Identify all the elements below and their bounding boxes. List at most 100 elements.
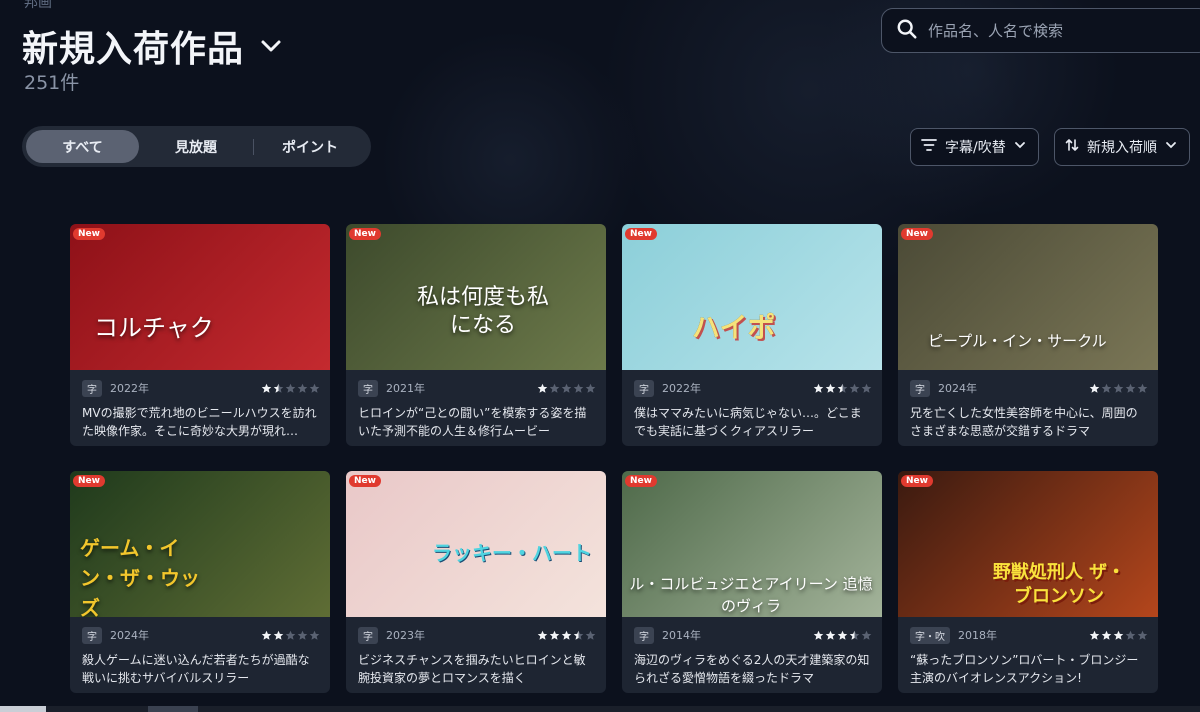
release-year: 2021年 xyxy=(386,382,425,395)
title-thumbnail[interactable]: ハイポ New xyxy=(622,224,882,370)
release-year: 2022年 xyxy=(110,382,149,395)
chevron-down-icon[interactable] xyxy=(258,33,284,59)
star-icon xyxy=(813,379,824,398)
title-card[interactable]: 私は何度も私になる New 字 2021年 ヒロインが“己との闘い”を模索する姿を描いた… xyxy=(346,224,606,446)
card-meta: 字 2024年 xyxy=(82,626,320,644)
title-thumbnail[interactable]: ル・コルビュジエとアイリーン 追憶のヴィラ New xyxy=(622,471,882,617)
search-icon xyxy=(896,18,918,44)
title-card[interactable]: ラッキー・ハート New 字 2023年 ビジネスチャンスを掴みたいヒロインと敏腕投資家… xyxy=(346,471,606,693)
card-description: 僕はママみたいに病気じゃない…。どこまでも実話に基づくクィアスリラー xyxy=(634,406,862,438)
card-meta: 字 2021年 xyxy=(358,379,596,397)
title-card[interactable]: 野獣処刑人 ザ・ブロンソン New 字・吹 2018年 “蘇ったブロンソン”ロバート・ブ… xyxy=(898,471,1158,693)
search-box[interactable] xyxy=(881,8,1200,53)
star-icon xyxy=(561,379,572,398)
rating-stars xyxy=(1089,626,1148,645)
star-icon xyxy=(261,379,272,398)
star-icon xyxy=(849,626,860,645)
subtitle-badge: 字 xyxy=(634,379,654,397)
thumbnail-title-text: ゲーム・イン・ザ・ウッズ xyxy=(80,536,200,617)
search-input[interactable] xyxy=(928,21,1178,40)
star-icon xyxy=(849,379,860,398)
new-badge: New xyxy=(625,228,657,240)
star-icon xyxy=(825,626,836,645)
star-icon xyxy=(825,379,836,398)
release-year: 2024年 xyxy=(110,629,149,642)
thumbnail-title-text: ラッキー・ハート xyxy=(432,541,592,565)
star-icon xyxy=(285,626,296,645)
subtitle-badge: 字 xyxy=(634,626,654,644)
release-year: 2022年 xyxy=(662,382,701,395)
star-icon xyxy=(309,626,320,645)
title-thumbnail[interactable]: ピープル・イン・サークル New xyxy=(898,224,1158,370)
title-thumbnail[interactable]: ラッキー・ハート New xyxy=(346,471,606,617)
title-thumbnail[interactable]: 私は何度も私になる New xyxy=(346,224,606,370)
card-meta: 字 2014年 xyxy=(634,626,872,644)
title-thumbnail[interactable]: コルチャク New xyxy=(70,224,330,370)
subtitle-filter-button[interactable]: 字幕/吹替 xyxy=(910,128,1039,166)
subtitle-filter-label: 字幕/吹替 xyxy=(945,140,1006,156)
title-thumbnail[interactable]: ゲーム・イン・ザ・ウッズ New xyxy=(70,471,330,617)
thumbnail-title-text: 野獣処刑人 ザ・ブロンソン xyxy=(992,562,1126,607)
rating-stars xyxy=(813,626,872,645)
title-card[interactable]: コルチャク New 字 2022年 MVの撮影で荒れ地のビニールハウスを訪れた映像作家。… xyxy=(70,224,330,446)
star-icon xyxy=(573,379,584,398)
subtitle-badge: 字 xyxy=(910,379,930,397)
rating-stars xyxy=(1089,379,1148,398)
filter-tabs: すべて 見放題 ポイント xyxy=(22,126,371,167)
card-description: “蘇ったブロンソン”ロバート・ブロンジー主演のバイオレンスアクション! xyxy=(910,653,1139,685)
breadcrumb[interactable]: 邦画 xyxy=(24,0,52,12)
card-meta: 字 2022年 xyxy=(634,379,872,397)
sort-button[interactable]: 新規入荷順 xyxy=(1054,128,1190,166)
star-icon xyxy=(549,379,560,398)
star-icon xyxy=(813,626,824,645)
release-year: 2024年 xyxy=(938,382,977,395)
card-meta: 字・吹 2018年 xyxy=(910,626,1148,644)
filter-icon xyxy=(921,138,937,156)
star-icon xyxy=(1113,626,1124,645)
star-icon xyxy=(297,626,308,645)
tab-all[interactable]: すべて xyxy=(26,130,139,163)
star-icon xyxy=(861,379,872,398)
new-badge: New xyxy=(625,475,657,487)
card-description: 殺人ゲームに迷い込んだ若者たちが過酷な戦いに挑むサバイバルスリラー xyxy=(82,653,310,685)
tab-points[interactable]: ポイント xyxy=(254,130,366,163)
card-description: 海辺のヴィラをめぐる2人の天才建築家の知られざる愛憎物語を綴ったドラマ xyxy=(634,653,870,685)
thumbnail-title-text: ピープル・イン・サークル xyxy=(928,332,1107,350)
star-icon xyxy=(1125,626,1136,645)
title-card[interactable]: ハイポ New 字 2022年僕はママみたいに病気じゃない…。どこまでも実話に基づくク… xyxy=(622,224,882,446)
star-icon xyxy=(273,379,284,398)
subtitle-badge: 字 xyxy=(82,626,102,644)
new-badge: New xyxy=(73,475,105,487)
star-icon xyxy=(273,626,284,645)
release-year: 2023年 xyxy=(386,629,425,642)
scrollbar-thumb[interactable] xyxy=(0,706,46,712)
sort-label: 新規入荷順 xyxy=(1087,140,1157,156)
title-card[interactable]: ル・コルビュジエとアイリーン 追憶のヴィラ New 字 2014年海辺のヴィラをめぐる… xyxy=(622,471,882,693)
card-description: 兄を亡くした女性美容師を中心に、周囲のさまざまな思惑が交錯するドラマ xyxy=(910,406,1138,438)
title-row: 新規入荷作品 xyxy=(22,20,284,72)
tab-unlimited[interactable]: 見放題 xyxy=(139,130,253,163)
rating-stars xyxy=(261,626,320,645)
star-icon xyxy=(1137,379,1148,398)
new-badge: New xyxy=(349,475,381,487)
new-badge: New xyxy=(349,228,381,240)
horizontal-scrollbar[interactable] xyxy=(0,706,1200,712)
card-meta: 字 2024年 xyxy=(910,379,1148,397)
card-meta: 字 2023年 xyxy=(358,626,596,644)
chevron-down-icon xyxy=(1165,139,1177,155)
chevron-down-icon xyxy=(1014,139,1026,155)
card-description: MVの撮影で荒れ地のビニールハウスを訪れた映像作家。そこに奇妙な大男が現れ… xyxy=(82,406,317,438)
thumbnail-title-text: ハイポ xyxy=(692,311,776,344)
star-icon xyxy=(1089,379,1100,398)
star-icon xyxy=(261,626,272,645)
star-icon xyxy=(549,626,560,645)
title-thumbnail[interactable]: 野獣処刑人 ザ・ブロンソン New xyxy=(898,471,1158,617)
title-card[interactable]: ゲーム・イン・ザ・ウッズ New 字 2024年殺人ゲームに迷い込んだ若者たちが過酷な… xyxy=(70,471,330,693)
release-year: 2014年 xyxy=(662,629,701,642)
star-icon xyxy=(1101,626,1112,645)
page-title: 新規入荷作品 xyxy=(22,29,245,70)
subtitle-badge: 字・吹 xyxy=(910,626,950,644)
title-card[interactable]: ピープル・イン・サークル New 字 2024年兄を亡くした女性美容師を中心に、周囲の… xyxy=(898,224,1158,446)
thumbnail-title-text: ル・コルビュジエとアイリーン 追憶のヴィラ xyxy=(629,575,873,615)
result-count: 251件 xyxy=(24,72,80,94)
